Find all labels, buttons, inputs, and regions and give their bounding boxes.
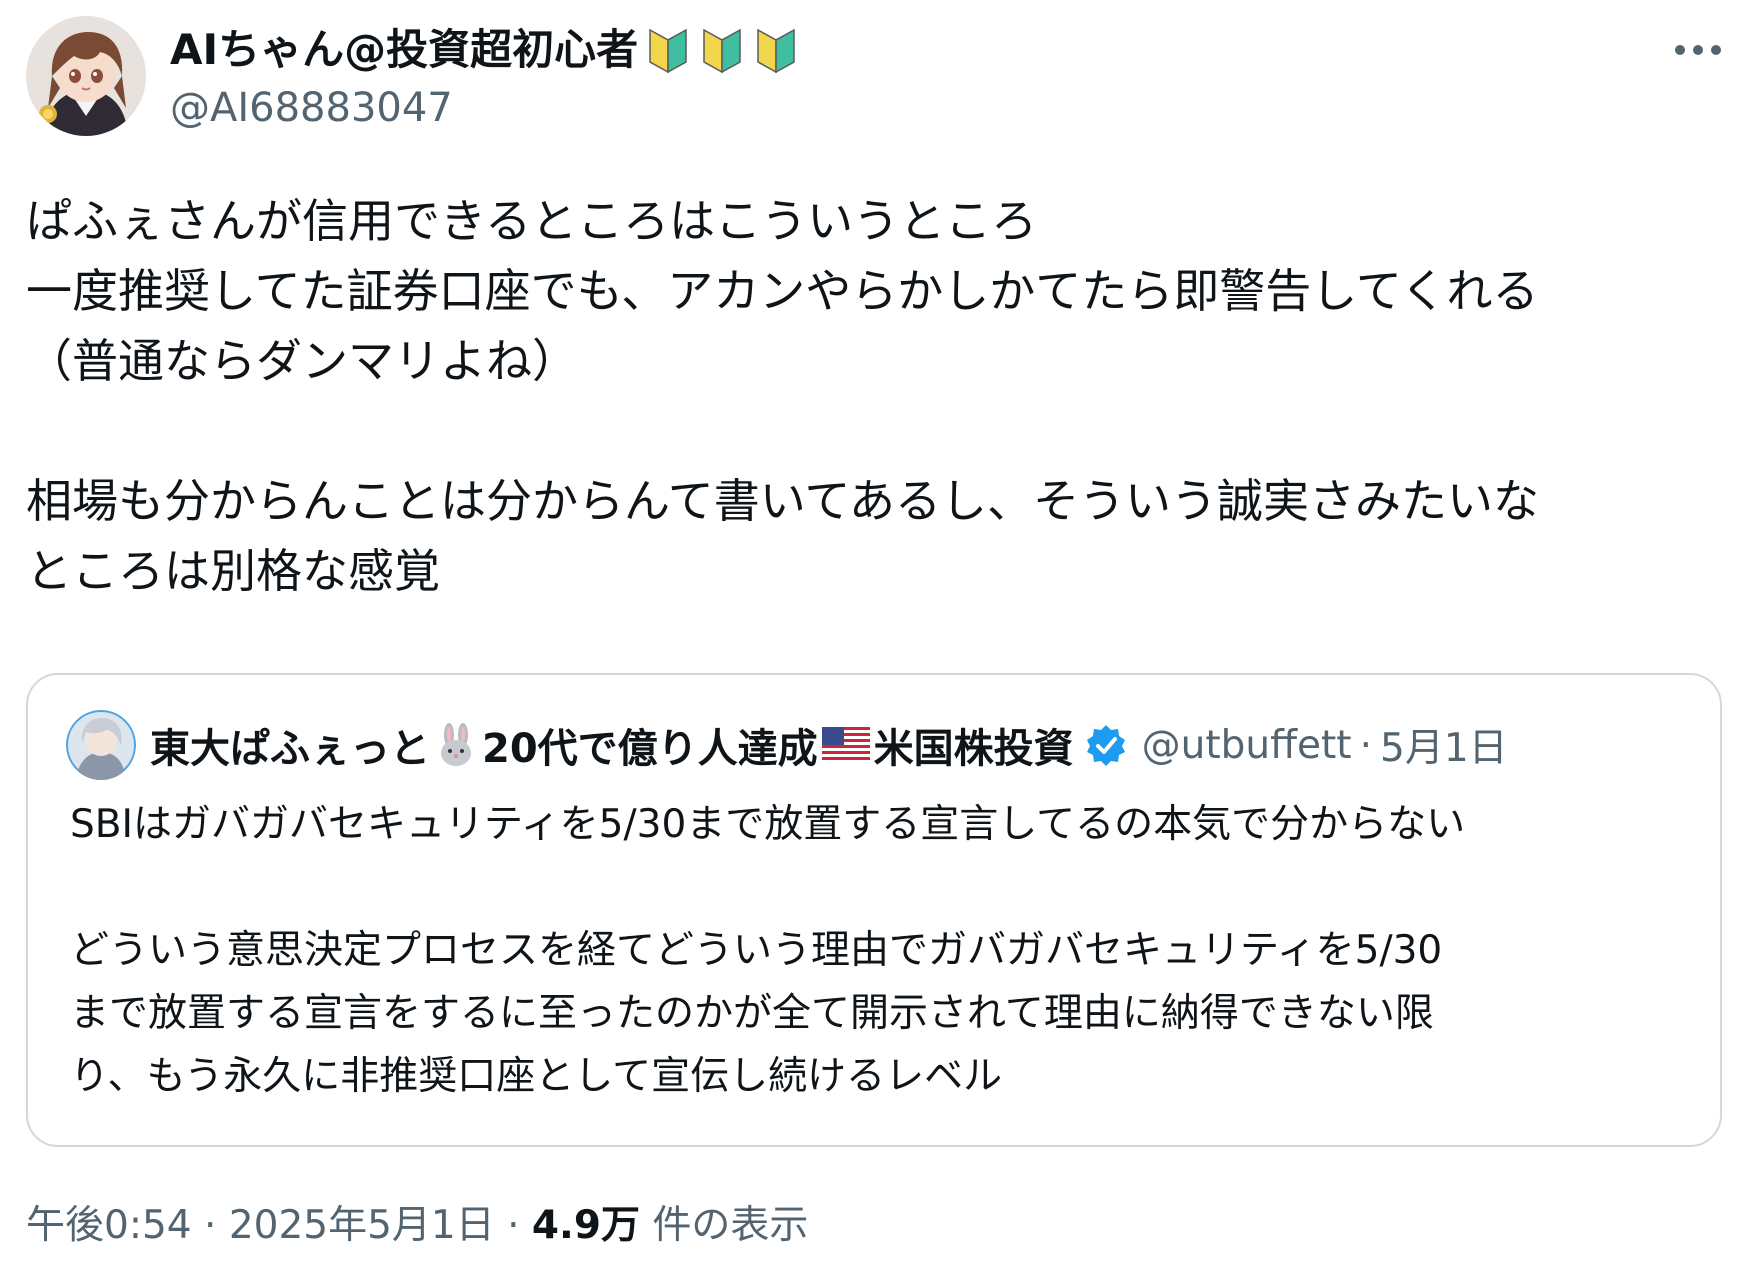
anime-girl-avatar-icon [26, 16, 146, 136]
quote-name-part3: 米国株投資 [873, 726, 1074, 772]
quote-name-part1: 東大ぱふぇっと [150, 726, 430, 772]
us-flag-icon [821, 727, 870, 763]
views-label: 件の表示 [652, 1203, 809, 1248]
verified-badge-icon [1086, 725, 1125, 766]
author-handle[interactable]: @AI68883047 [170, 82, 453, 134]
quote-author-avatar[interactable] [66, 710, 136, 780]
quoted-tweet[interactable]: 東大ぱふぇっと 20代で億り人達成 米国株投資 @utbuffett · 5月1… [26, 673, 1722, 1147]
quote-date[interactable]: 5月1日 [1380, 717, 1508, 773]
tweet-text: ぱふぇさんが信用できるところはこういうところ 一度推奨してた証券口座でも、アカン… [26, 194, 1539, 598]
quote-text: SBIはガバガバセキュリティを5/30まで放置する宣言してるの本気で分からない … [70, 802, 1466, 1099]
more-horizontal-icon [1675, 45, 1721, 55]
rabbit-emoji-icon [441, 723, 471, 766]
tweet-meta: 午後0:54 · 2025年5月1日 · 4.9万 件の表示 [26, 1198, 808, 1254]
author-display-name[interactable]: AIちゃん@投資超初心者 [170, 22, 796, 78]
quote-name-part2: 20代で億り人達成 [482, 726, 818, 772]
beginner-mark-icon [703, 28, 741, 74]
meta-separator: · [507, 1203, 520, 1248]
tweet-date[interactable]: 2025年5月1日 [229, 1203, 495, 1248]
quote-separator: · [1359, 722, 1373, 768]
beginner-mark-icon [757, 28, 795, 74]
quote-header: 東大ぱふぇっと 20代で億り人達成 米国株投資 @utbuffett · 5月1… [66, 707, 1508, 783]
anime-avatar-icon [66, 710, 136, 780]
quote-author-handle[interactable]: @utbuffett [1142, 723, 1352, 768]
author-avatar[interactable] [26, 16, 146, 136]
meta-separator: · [204, 1203, 217, 1248]
beginner-badges [648, 26, 796, 74]
author-name-text: AIちゃん@投資超初心者 [170, 25, 639, 74]
more-options-button[interactable] [1670, 30, 1726, 70]
beginner-mark-icon [649, 28, 687, 74]
tweet-time[interactable]: 午後0:54 [26, 1203, 192, 1248]
quote-author-name[interactable]: 東大ぱふぇっと 20代で億り人達成 米国株投資 [150, 716, 1074, 774]
tweet-header: AIちゃん@投資超初心者 @AI68883047 [26, 16, 1726, 136]
views-count[interactable]: 4.9万 [532, 1203, 640, 1248]
